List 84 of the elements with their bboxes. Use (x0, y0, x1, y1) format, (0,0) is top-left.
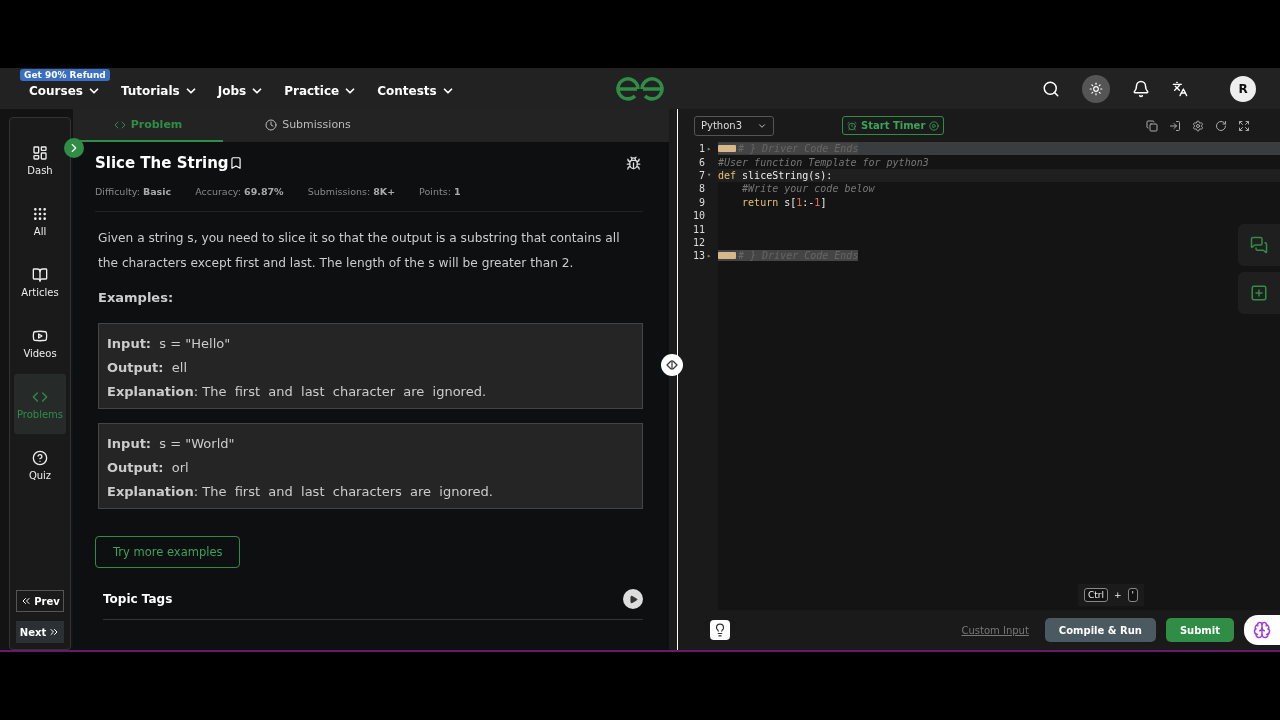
try-more-button[interactable]: Try more examples (95, 536, 241, 568)
bug-icon[interactable] (626, 155, 641, 171)
sun-icon (1089, 81, 1103, 96)
line-number: 9 (698, 196, 705, 208)
alarm-clock-icon (847, 120, 857, 131)
settings-icon[interactable] (1192, 119, 1204, 132)
language-select[interactable]: Python3 (694, 115, 774, 136)
help-icon (32, 449, 48, 466)
topic-tags-heading: Topic Tags (103, 592, 173, 606)
resize-icon (666, 360, 678, 370)
example-line: Explanation: The first and last characters are ignored. (107, 483, 494, 501)
sidebar-item[interactable]: Dash (14, 130, 66, 190)
example-line: Input: s = "World" (107, 435, 236, 453)
example-line: Output: ell (107, 359, 188, 377)
dashboard-icon (32, 144, 48, 161)
import-icon[interactable] (1169, 119, 1181, 132)
expand-button[interactable] (623, 589, 643, 609)
nav-menu[interactable]: Courses (29, 83, 101, 98)
chat-icon (1250, 236, 1268, 254)
line-number: 8 (698, 183, 705, 195)
problem-stat: Accuracy: 69.87% (195, 186, 284, 197)
fullscreen-icon[interactable] (1238, 119, 1250, 132)
problem-stat: Difficulty: Basic (95, 186, 172, 197)
nav-menu[interactable]: Jobs (217, 83, 265, 98)
logo-icon[interactable] (614, 77, 666, 101)
compile-run-button[interactable]: Compile & Run (1044, 618, 1156, 642)
submit-button[interactable]: Submit (1165, 618, 1234, 642)
prev-button[interactable]: Prev (16, 590, 64, 612)
start-timer-button[interactable]: Start Timer (842, 116, 945, 135)
problem-description: Given a string s, you need to slice it so that the output is a substring that contains all the characters except first and last. The length of the s will be greater than 2. (98, 230, 621, 272)
line-number: 11 (692, 223, 705, 235)
plus-square-icon (1250, 284, 1268, 302)
problem-stat: Points: 1 (419, 186, 461, 197)
chat-button[interactable] (1238, 224, 1280, 266)
line-number: 12 (692, 236, 705, 248)
next-button[interactable]: Next (16, 621, 64, 643)
examples-heading: Examples: (98, 290, 175, 305)
sidebar-item[interactable]: Articles (14, 252, 66, 312)
add-button[interactable] (1238, 272, 1280, 314)
play-icon (628, 594, 638, 604)
sidebar-item[interactable]: Problems (14, 374, 66, 434)
search-icon[interactable] (1042, 79, 1060, 98)
code-line: def sliceString(s): (718, 169, 833, 181)
bookmark-icon[interactable] (228, 156, 243, 170)
panel-tab[interactable]: Problem (73, 109, 223, 142)
example-line: Output: orl (107, 459, 190, 477)
refund-badge: Get 90% Refund (20, 69, 110, 81)
play-icon (929, 120, 940, 131)
nav-menu[interactable]: Tutorials (120, 83, 198, 98)
user-avatar[interactable]: R (1230, 75, 1256, 102)
brain-icon (1253, 621, 1271, 639)
line-number: 13 (692, 250, 705, 262)
panel-tab[interactable]: Submissions (233, 109, 383, 142)
sidebar-item[interactable]: Quiz (14, 435, 66, 495)
problem-title: Slice The String (95, 154, 229, 172)
sidebar-item[interactable]: All (14, 191, 66, 251)
line-number: 6 (698, 156, 705, 168)
example-line: Input: s = "Hello" (107, 335, 232, 353)
lightbulb-icon (713, 623, 727, 637)
line-number: 10 (692, 210, 705, 222)
hint-button[interactable] (710, 620, 730, 640)
line-number: 7 (698, 169, 705, 181)
theme-button[interactable] (1082, 74, 1110, 103)
example-line: Explanation: The first and last character are ignored. (107, 383, 488, 401)
custom-input-link[interactable]: Custom Input (961, 624, 1029, 636)
code-line: return s[1:-1] (741, 196, 827, 208)
clock-icon (265, 118, 278, 131)
bell-icon[interactable] (1132, 79, 1150, 98)
nav-menu[interactable]: Practice (284, 83, 358, 98)
shortcut-hint: Ctrl + ' (1077, 584, 1144, 606)
translate-icon[interactable] (1172, 80, 1188, 97)
grid-icon (32, 205, 48, 222)
assistant-button[interactable] (1244, 615, 1280, 645)
nav-menu[interactable]: Contests (377, 83, 455, 98)
copy-icon[interactable] (1146, 119, 1158, 132)
double-chevron-icon (20, 595, 33, 607)
book-icon (32, 266, 48, 283)
sidebar-item[interactable]: Videos (14, 313, 66, 373)
line-number: 1 (698, 143, 705, 155)
problem-stat: Submissions: 8K+ (307, 186, 396, 197)
code-line: #User function Template for python3 (718, 156, 929, 168)
code-line: #Write your code below (741, 183, 875, 195)
reset-icon[interactable] (1215, 119, 1227, 132)
expand-button[interactable] (64, 138, 84, 158)
